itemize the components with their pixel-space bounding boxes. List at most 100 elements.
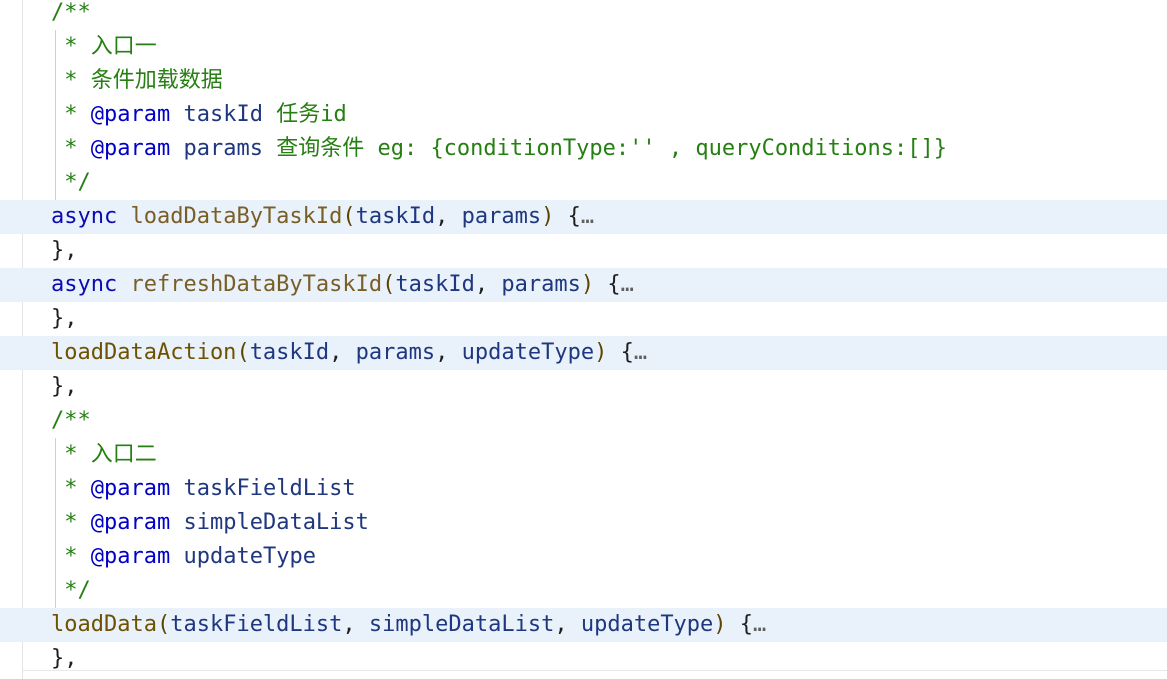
code-token: 查询条件 eg: {conditionType:'' , queryCondit… [262, 136, 947, 161]
code-token: taskId [395, 272, 475, 297]
code-token: loadData [51, 612, 157, 637]
fold-ellipsis-icon[interactable]: … [581, 204, 594, 229]
line-content: * 条件加载数据 [51, 64, 223, 98]
line-content: * @param taskFieldList [51, 472, 356, 506]
code-token: ) [541, 204, 555, 229]
code-token: { [607, 340, 634, 365]
code-line[interactable]: }, [0, 234, 1167, 268]
line-content: * @param simpleDataList [51, 506, 369, 540]
code-token: refreshDataByTaskId [130, 272, 383, 297]
folded-code-line[interactable]: async refreshDataByTaskId(taskId, params… [0, 268, 1167, 302]
line-content: /** [51, 0, 91, 30]
code-token: * [51, 476, 91, 501]
code-token: params [183, 136, 263, 161]
line-content: */ [51, 166, 91, 200]
code-line[interactable]: * @param simpleDataList [0, 506, 1167, 540]
code-token: { [594, 272, 621, 297]
code-token: ) [713, 612, 727, 637]
code-token: ( [156, 612, 171, 637]
code-token: taskId [249, 340, 330, 365]
code-line[interactable]: * @param taskFieldList [0, 472, 1167, 506]
code-token: taskId [355, 204, 436, 229]
code-token: taskFieldList [170, 612, 343, 637]
line-content: }, [51, 234, 78, 268]
code-token: , [435, 204, 462, 229]
fold-ellipsis-icon[interactable]: … [753, 612, 766, 637]
code-line[interactable]: * 条件加载数据 [0, 64, 1167, 98]
code-line[interactable]: /** [0, 0, 1167, 30]
code-line[interactable]: * @param taskId 任务id [0, 98, 1167, 132]
code-line[interactable]: /** [0, 404, 1167, 438]
code-token: updateType [183, 544, 316, 569]
code-editor[interactable]: /** * 入口一 * 条件加载数据 * @param taskId 任务id … [0, 0, 1167, 679]
code-token: , [435, 340, 462, 365]
code-line[interactable]: */ [0, 166, 1167, 200]
code-token: ) [594, 340, 608, 365]
code-token: params [355, 340, 436, 365]
code-token: , [554, 612, 581, 637]
code-token: @param [90, 136, 171, 161]
code-token: /** [51, 408, 91, 433]
line-content: }, [51, 302, 78, 336]
code-token: { [726, 612, 754, 637]
code-token: ( [342, 204, 356, 229]
fold-ellipsis-icon[interactable]: … [621, 272, 634, 297]
line-content: }, [51, 370, 78, 404]
code-line[interactable]: * @param updateType [0, 540, 1167, 574]
code-token: }, [51, 306, 78, 331]
code-token: params [501, 272, 581, 297]
code-token: taskId [183, 102, 263, 127]
folded-code-line[interactable]: loadData(taskFieldList, simpleDataList, … [0, 608, 1167, 642]
line-content: async refreshDataByTaskId(taskId, params… [51, 268, 634, 302]
code-token: simpleDataList [368, 612, 555, 637]
code-token: * [51, 544, 91, 569]
code-token: @param [90, 102, 171, 127]
code-token: */ [51, 578, 91, 603]
code-token: @param [90, 544, 171, 569]
code-token: @param [90, 510, 171, 535]
folded-code-line[interactable]: async loadDataByTaskId(taskId, params) {… [0, 200, 1167, 234]
line-content: * @param params 查询条件 eg: {conditionType:… [51, 132, 947, 166]
code-token: simpleDataList [183, 510, 369, 535]
code-token: 任务id [262, 102, 347, 127]
line-content: loadDataAction(taskId, params, updateTyp… [51, 336, 647, 370]
line-content: * @param taskId 任务id [51, 98, 347, 132]
line-content: loadData(taskFieldList, simpleDataList, … [51, 608, 766, 642]
code-token: @param [90, 476, 171, 501]
code-token: * [51, 510, 91, 535]
code-line[interactable]: }, [0, 302, 1167, 336]
code-line[interactable]: * 入口一 [0, 30, 1167, 64]
code-token: updateType [580, 612, 714, 637]
code-line[interactable]: }, [0, 370, 1167, 404]
code-token: * 入口一 [51, 34, 157, 59]
code-token: * [51, 136, 91, 161]
code-line[interactable]: */ [0, 574, 1167, 608]
code-token: loadDataAction [51, 340, 237, 365]
code-token: params [461, 204, 542, 229]
code-token: , [474, 272, 502, 297]
folded-code-line[interactable]: loadDataAction(taskId, params, updateTyp… [0, 336, 1167, 370]
code-token: async [51, 272, 118, 297]
line-content: * @param updateType [51, 540, 316, 574]
code-token: }, [51, 238, 78, 263]
code-token: , [329, 340, 356, 365]
fold-ellipsis-icon[interactable]: … [634, 340, 647, 365]
line-content: */ [51, 574, 91, 608]
code-token: }, [51, 374, 78, 399]
code-token: taskFieldList [183, 476, 356, 501]
code-line[interactable]: * 入口二 [0, 438, 1167, 472]
code-line[interactable]: * @param params 查询条件 eg: {conditionType:… [0, 132, 1167, 166]
code-token: */ [51, 170, 91, 195]
code-token: * 入口二 [51, 442, 157, 467]
code-token: * [51, 102, 91, 127]
line-content: /** [51, 404, 91, 438]
code-token: }, [51, 646, 78, 671]
code-token: ) [580, 272, 595, 297]
